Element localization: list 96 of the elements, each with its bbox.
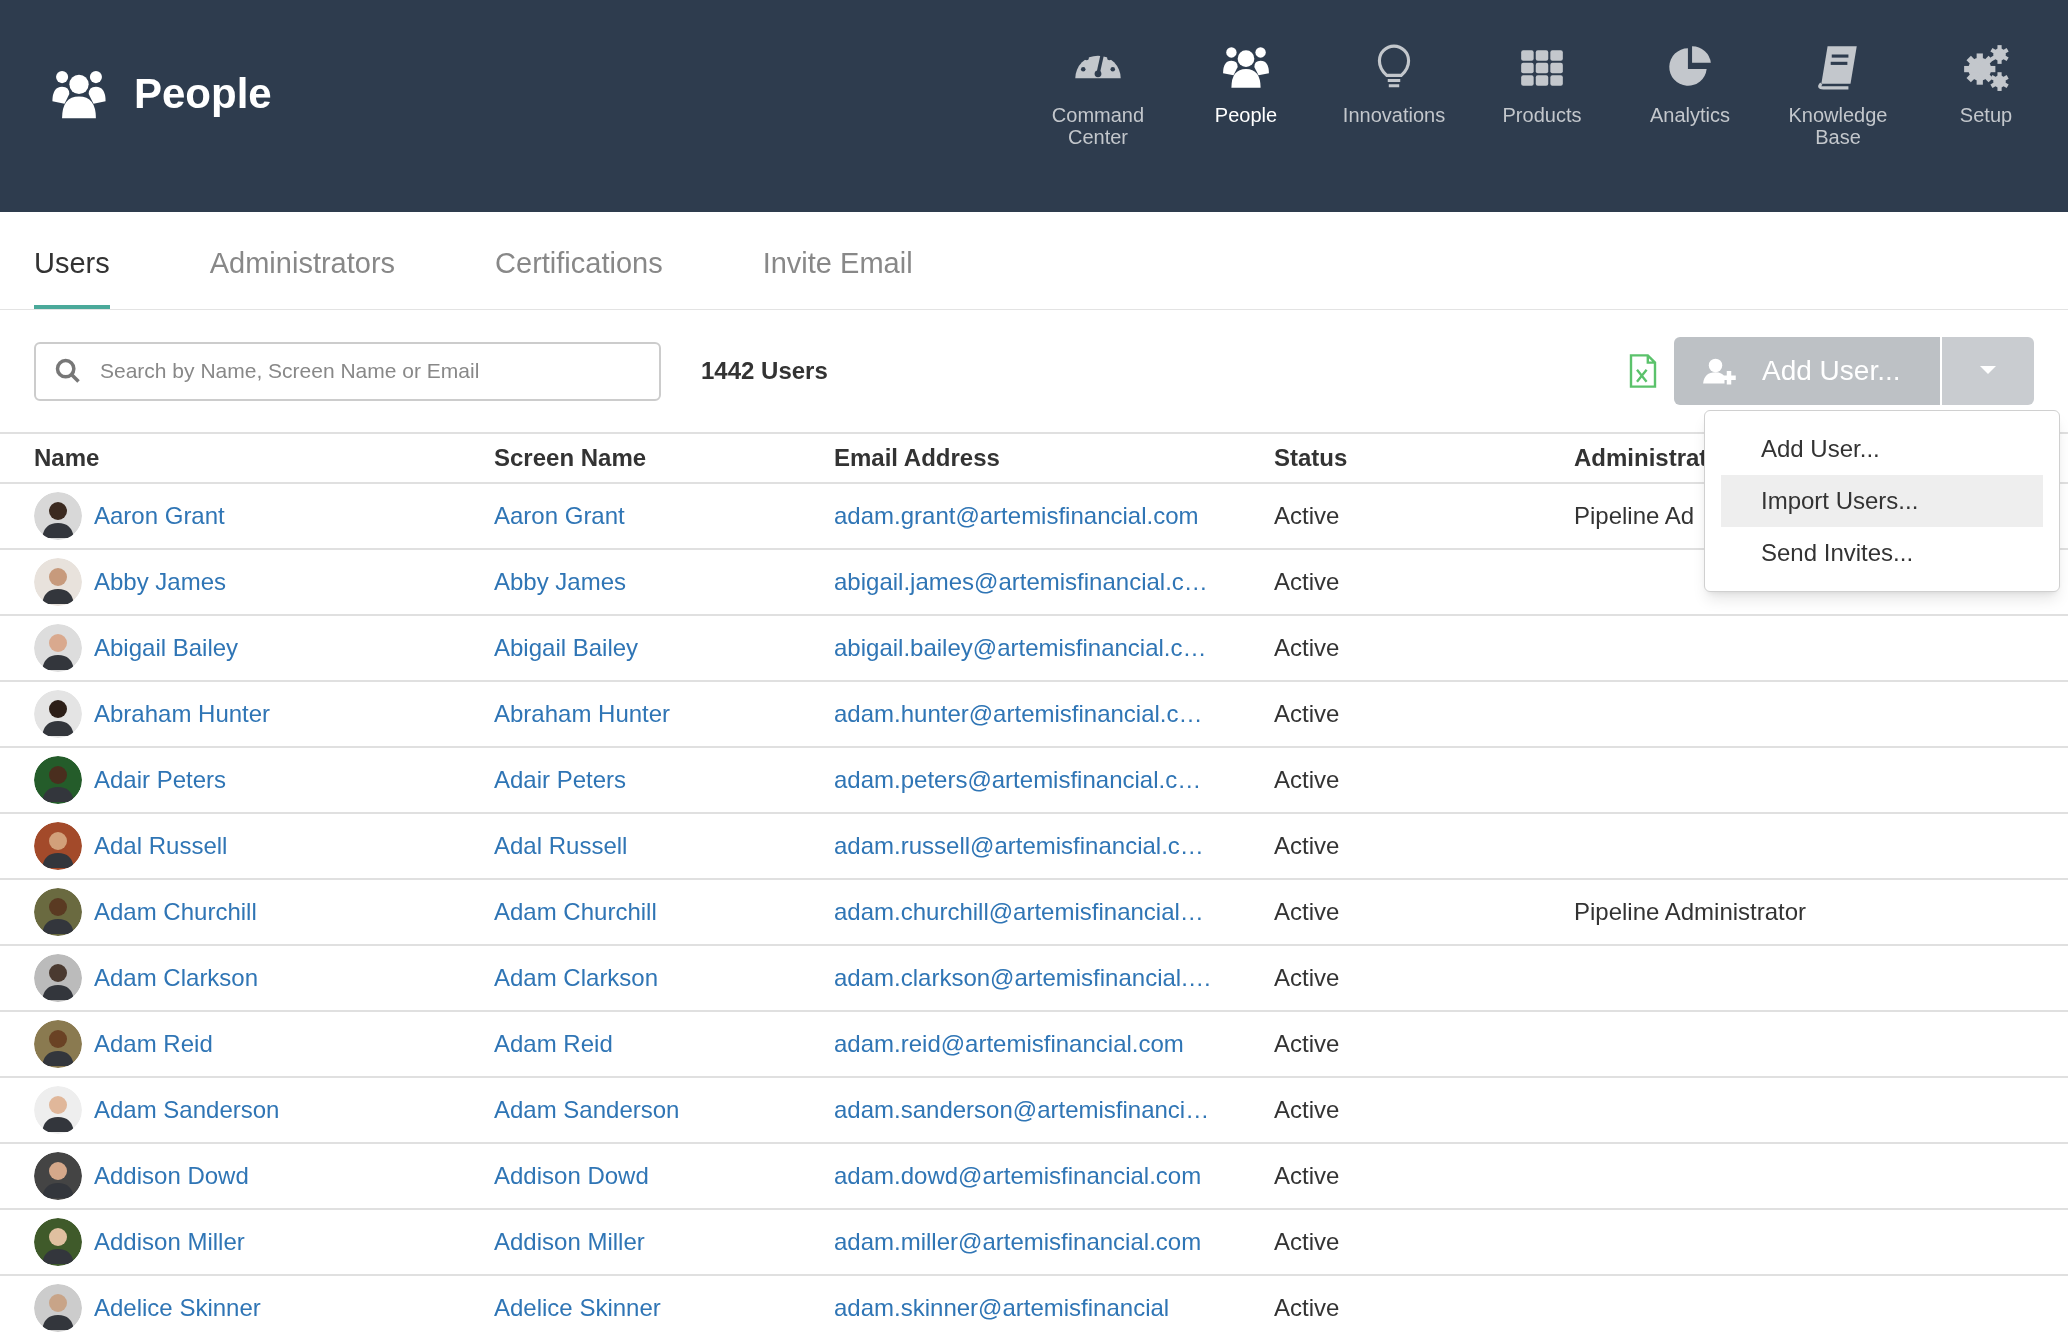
screen-name-link[interactable]: Adair Peters [494, 762, 834, 798]
column-header: Status [1274, 443, 1348, 473]
search-icon [54, 356, 82, 385]
add-user-icon [1702, 357, 1738, 385]
avatar-icon [34, 690, 82, 738]
screen-name-link[interactable]: Adam Clarkson [494, 960, 834, 996]
nav-item[interactable]: Products [1468, 42, 1616, 148]
avatar-icon [34, 1152, 82, 1200]
gears-icon [1961, 42, 2011, 92]
avatar-icon [34, 1086, 82, 1134]
nav-item[interactable]: Knowledge Base [1764, 42, 1912, 148]
screen-name-link[interactable]: Abigail Bailey [494, 630, 834, 666]
tab[interactable]: Administrators [209, 212, 396, 309]
status-cell-text: Active [1274, 1293, 1341, 1323]
screen-name-link[interactable]: Abraham Hunter [494, 696, 834, 732]
screen-name-link[interactable]: Addison Miller [494, 1224, 834, 1260]
status-cell-text: Active [1274, 567, 1341, 597]
column-header: Screen Name [494, 443, 647, 473]
user-name-link[interactable]: Adam Reid [94, 1026, 213, 1062]
screen-name-link[interactable]: Adelice Skinner [494, 1290, 834, 1326]
email-link[interactable]: adam.miller@artemisfinancial.com [834, 1224, 1274, 1260]
user-name-link[interactable]: Adam Sanderson [94, 1092, 280, 1128]
email-link[interactable]: adam.russell@artemisfinancial.c… [834, 828, 1274, 864]
column-header: Name [34, 443, 100, 473]
avatar-icon [34, 888, 82, 936]
tab[interactable]: Invite Email [762, 212, 913, 309]
nav-item[interactable]: Setup [1912, 42, 2060, 148]
administrator-cell-text: Pipeline Ad [1574, 501, 1695, 531]
avatar-icon [34, 756, 82, 804]
avatar-icon [34, 492, 82, 540]
gauge-icon [1073, 53, 1123, 81]
avatar-icon [34, 1284, 82, 1332]
status-cell-text: Active [1274, 1227, 1341, 1257]
email-link[interactable]: adam.clarkson@artemisfinancial.… [834, 960, 1274, 996]
caret-icon [1980, 366, 1996, 376]
user-name-link[interactable]: Abraham Hunter [94, 696, 271, 732]
column-header: Administrat [1574, 443, 1708, 473]
status-cell-text: Active [1274, 699, 1341, 729]
email-link[interactable]: adam.dowd@artemisfinancial.com [834, 1158, 1274, 1194]
email-link[interactable]: adam.churchill@artemisfinancial… [834, 894, 1274, 930]
menu-item[interactable]: Import Users... [1721, 475, 2043, 527]
user-name-link[interactable]: Abby James [94, 564, 227, 600]
email-link[interactable]: adam.skinner@artemisfinancial [834, 1290, 1274, 1326]
spreadsheet-icon[interactable] [1628, 353, 1658, 389]
status-cell-text: Active [1274, 1161, 1341, 1191]
nav-item[interactable]: Innovations [1320, 42, 1468, 148]
status-cell-text: Active [1274, 831, 1341, 861]
page-title: People [134, 69, 272, 119]
tab[interactable]: Users [34, 212, 110, 309]
status-cell-text: Active [1274, 633, 1341, 663]
user-name-link[interactable]: Adal Russell [94, 828, 228, 864]
user-name-link[interactable]: Addison Dowd [94, 1158, 249, 1194]
screen-name-link[interactable]: Adal Russell [494, 828, 834, 864]
nav-item[interactable]: Analytics [1616, 42, 1764, 148]
status-cell-text: Active [1274, 897, 1341, 927]
email-link[interactable]: adam.grant@artemisfinancial.com [834, 498, 1274, 534]
screen-name-link[interactable]: Adam Churchill [494, 894, 834, 930]
avatar-icon [34, 624, 82, 672]
status-cell-text: Active [1274, 1095, 1341, 1125]
avatar-icon [34, 1218, 82, 1266]
avatar-icon [34, 822, 82, 870]
user-name-link[interactable]: Abigail Bailey [94, 630, 239, 666]
nav-item[interactable]: People [1172, 42, 1320, 148]
email-link[interactable]: adam.sanderson@artemisfinanci… [834, 1092, 1274, 1128]
status-cell-text: Active [1274, 963, 1341, 993]
status-cell-text: Active [1274, 501, 1341, 531]
tab[interactable]: Certifications [495, 212, 663, 309]
nav-item[interactable]: Command Center [1024, 42, 1172, 148]
user-name-link[interactable]: Adair Peters [94, 762, 227, 798]
search-field[interactable]: Search by Name, Screen Name or Email [34, 341, 661, 401]
avatar-icon [34, 1020, 82, 1068]
user-name-link[interactable]: Adam Churchill [94, 894, 257, 930]
email-link[interactable]: adam.peters@artemisfinancial.c… [834, 762, 1274, 798]
user-name-link[interactable]: Adam Clarkson [94, 960, 259, 996]
avatar-icon [34, 954, 82, 1002]
avatar-icon [34, 558, 82, 606]
email-link[interactable]: adam.hunter@artemisfinancial.c… [834, 696, 1274, 732]
email-link[interactable]: abigail.james@artemisfinancial.c… [834, 564, 1274, 600]
screen-name-link[interactable]: Aaron Grant [494, 498, 834, 534]
screen-name-link[interactable]: Adam Sanderson [494, 1092, 834, 1128]
dropdown-toggle[interactable] [1942, 337, 2034, 405]
screen-name-link[interactable]: Abby James [494, 564, 834, 600]
menu-item[interactable]: Add User... [1721, 423, 2043, 475]
user-count: 1442 Users [701, 356, 828, 386]
screen-name-link[interactable]: Adam Reid [494, 1026, 834, 1062]
status-cell-text: Active [1274, 1029, 1341, 1059]
email-link[interactable]: adam.reid@artemisfinancial.com [834, 1026, 1274, 1062]
menu-item[interactable]: Send Invites... [1721, 527, 2043, 579]
screen-name-link[interactable]: Addison Dowd [494, 1158, 834, 1194]
user-name-link[interactable]: Addison Miller [94, 1224, 245, 1260]
administrator-cell-text: Pipeline Administrator [1574, 897, 1807, 927]
status-cell-text: Active [1274, 765, 1341, 795]
user-name-link[interactable]: Adelice Skinner [94, 1290, 261, 1326]
user-name-link[interactable]: Aaron Grant [94, 498, 225, 534]
column-header: Email Address [834, 443, 1000, 473]
email-link[interactable]: abigail.bailey@artemisfinancial.c… [834, 630, 1274, 666]
